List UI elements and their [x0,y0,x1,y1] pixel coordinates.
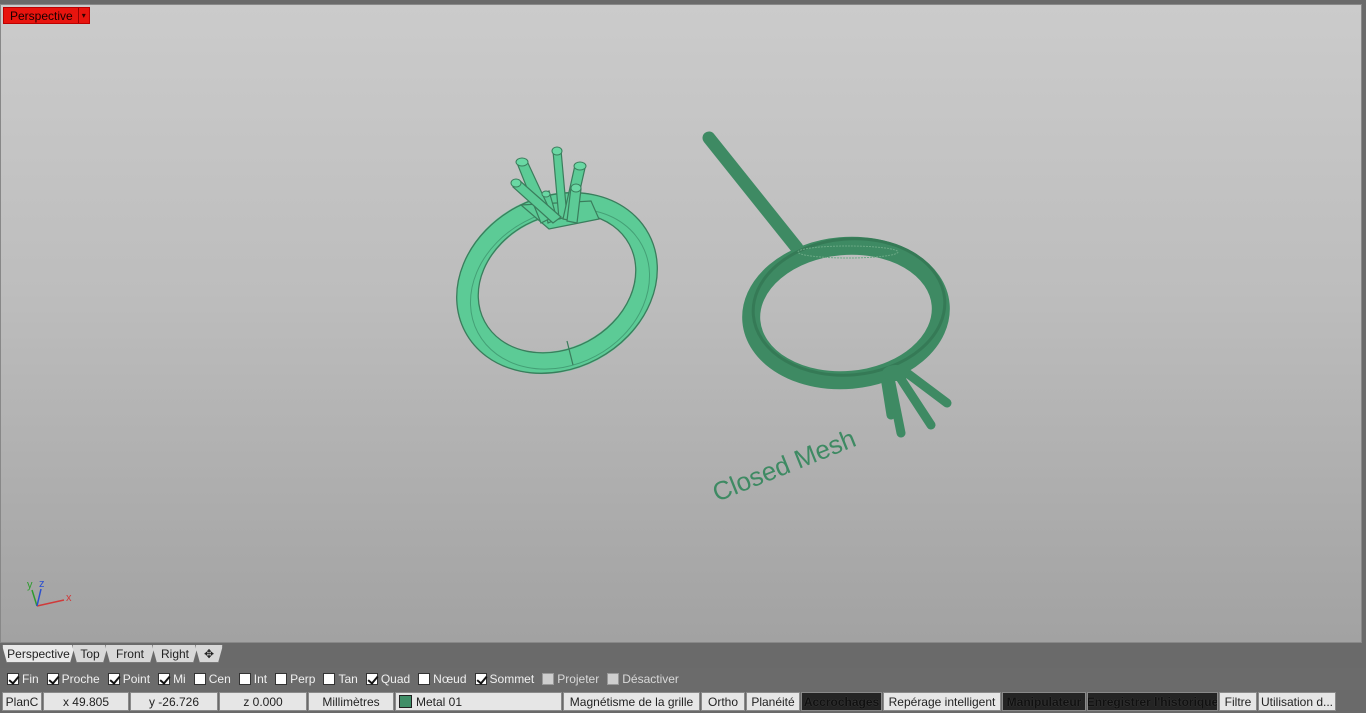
layer-color-swatch [399,695,412,708]
tab-perspective[interactable]: Perspective [2,645,75,663]
osnap-mi[interactable]: Mi [158,672,186,686]
checkbox-icon[interactable] [418,673,431,685]
solitaire-ring-model[interactable] [425,146,689,408]
checkbox-icon[interactable] [607,673,620,685]
osnap-toolbar: Fin Proche Point Mi Cen Int Perp Tan Qua… [0,668,1366,690]
checkbox-icon[interactable] [46,673,59,685]
checkbox-icon[interactable] [474,673,487,685]
cplane-indicator[interactable]: PlanC [2,692,42,711]
perspective-viewport[interactable]: Closed Mesh x y z Perspective ▾ [0,4,1362,643]
checkbox-icon[interactable] [107,673,120,685]
x-coordinate: x 49.805 [43,692,129,711]
y-coordinate: y -26.726 [130,692,218,711]
checkbox-icon[interactable] [365,673,378,685]
smarttrack-toggle[interactable]: Repérage intelligent [883,692,1001,711]
filter-button[interactable]: Filtre [1219,692,1257,711]
viewport-title[interactable]: Perspective [4,9,78,23]
z-coordinate: z 0.000 [219,692,307,711]
osnap-toggle[interactable]: Accrochages [801,692,882,711]
units-indicator[interactable]: Millimètres [308,692,394,711]
memory-usage[interactable]: Utilisation d... [1258,692,1336,711]
planar-toggle[interactable]: Planéité [746,692,800,711]
axis-z-label: z [39,578,45,590]
viewport-scene: Closed Mesh x y z [27,131,952,607]
record-history-toggle[interactable]: Enregistrer l'historique [1087,692,1218,711]
axis-gizmo: x y z [27,578,72,607]
status-bar: PlanC x 49.805 y -26.726 z 0.000 Millimè… [0,691,1366,713]
osnap-cen[interactable]: Cen [193,672,231,686]
tab-front[interactable]: Front [105,645,155,663]
osnap-perp[interactable]: Perp [275,672,315,686]
current-layer[interactable]: Metal 01 [395,692,562,711]
checkbox-icon[interactable] [7,673,19,685]
add-viewport-tab-icon[interactable]: ✥ [195,645,223,663]
axis-y-label: y [27,579,33,591]
osnap-noeud[interactable]: Nœud [418,672,467,686]
osnap-point[interactable]: Point [107,672,150,686]
osnap-projeter[interactable]: Projeter [542,672,599,686]
osnap-sommet[interactable]: Sommet [474,672,534,686]
grid-snap-toggle[interactable]: Magnétisme de la grille [563,692,700,711]
checkbox-icon[interactable] [542,673,555,685]
closed-mesh-annotation: Closed Mesh [708,423,860,508]
osnap-proche[interactable]: Proche [46,672,100,686]
osnap-fin[interactable]: Fin [7,672,39,686]
tab-top[interactable]: Top [72,645,108,663]
axis-x-label: x [66,592,72,604]
checkbox-icon[interactable] [238,673,251,685]
osnap-tan[interactable]: Tan [323,672,358,686]
ortho-toggle[interactable]: Ortho [701,692,745,711]
viewport-title-menu[interactable]: Perspective ▾ [3,7,90,24]
checkbox-icon[interactable] [193,673,206,685]
osnap-int[interactable]: Int [238,672,267,686]
viewport-tabs: Perspective Top Front Right ✥ [0,643,1366,665]
closed-mesh-ring-model[interactable] [702,131,952,438]
chevron-down-icon[interactable]: ▾ [77,8,89,23]
osnap-quad[interactable]: Quad [365,672,410,686]
checkbox-icon[interactable] [323,673,336,685]
checkbox-icon[interactable] [275,673,288,685]
osnap-desactiver[interactable]: Désactiver [607,672,679,686]
gumball-toggle[interactable]: Manipulateur [1002,692,1086,711]
tab-right[interactable]: Right [152,645,198,663]
checkbox-icon[interactable] [158,673,171,685]
